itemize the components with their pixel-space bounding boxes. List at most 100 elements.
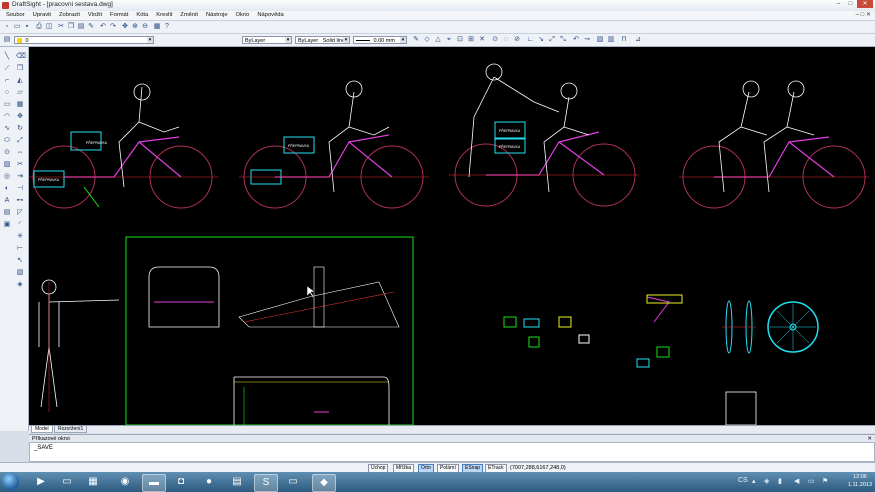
table-tool-icon[interactable]: ▤: [3, 209, 11, 217]
image-tool-icon[interactable]: ▧: [16, 269, 24, 277]
network-icon[interactable]: ▮: [778, 477, 782, 485]
text-tool-icon[interactable]: A: [3, 197, 11, 205]
menu-kreslit[interactable]: Kreslit: [156, 11, 172, 20]
osnap-none-icon[interactable]: ⤢: [548, 36, 556, 44]
redo-icon[interactable]: ↷: [109, 23, 117, 31]
join-tool-icon[interactable]: ⊷: [16, 197, 24, 205]
save-icon[interactable]: ▪: [23, 23, 31, 31]
language-indicator[interactable]: CS: [738, 477, 748, 484]
osnap-midpoint-icon[interactable]: △: [434, 36, 442, 44]
explode-tool-icon[interactable]: ✳: [16, 233, 24, 241]
clock[interactable]: 12:06 1.11.2013: [848, 473, 872, 489]
document-icon[interactable]: ▭: [282, 474, 304, 490]
cut-icon[interactable]: ✂: [57, 23, 65, 31]
notes-icon[interactable]: ▤: [226, 474, 248, 490]
folder-icon[interactable]: ▬: [142, 474, 166, 492]
new-file-icon[interactable]: ▫: [3, 23, 11, 31]
line-weight-select[interactable]: 0.00 mm ▾: [353, 36, 407, 44]
menu-vlozit[interactable]: Vložit: [88, 11, 102, 20]
menu-zmenit[interactable]: Změnit: [180, 11, 198, 20]
maximize-button[interactable]: □: [845, 0, 856, 8]
erase-tool-icon[interactable]: ⌫: [16, 53, 26, 61]
tab-model[interactable]: Model: [31, 426, 53, 433]
tray-app-icon[interactable]: ◈: [764, 477, 769, 485]
measure-icon[interactable]: ⊿: [634, 36, 642, 44]
zoom-window-icon[interactable]: ⊕: [131, 23, 139, 31]
document-window-controls[interactable]: – □ ✕: [856, 11, 871, 20]
layer-tools-icon[interactable]: ▧: [596, 36, 604, 44]
menu-napoveda[interactable]: Nápověda: [257, 11, 283, 20]
region-tool-icon[interactable]: ◎: [3, 173, 11, 181]
volume-icon[interactable]: ◀: [794, 477, 799, 485]
layer-select[interactable]: 0 ▾: [14, 36, 154, 44]
menu-zobrazit[interactable]: Zobrazit: [59, 11, 80, 20]
stretch-tool-icon[interactable]: ⇔: [16, 149, 24, 157]
osnap-intersection-icon[interactable]: ✕: [478, 36, 486, 44]
rectangle-tool-icon[interactable]: ▭: [3, 101, 11, 109]
open-file-icon[interactable]: ▭: [13, 23, 21, 31]
app-window-icon[interactable]: ▦: [82, 474, 104, 490]
rotate-tool-icon[interactable]: ↻: [16, 125, 24, 133]
tab-layout-1[interactable]: Rozvržení1: [54, 426, 88, 433]
move-tool-icon[interactable]: ✥: [16, 113, 24, 121]
command-window[interactable]: _SAVE: [29, 442, 875, 462]
layer-state-icon[interactable]: ▥: [607, 36, 615, 44]
extend-tool-icon[interactable]: ⇥: [16, 173, 24, 181]
menu-nastroje[interactable]: Nástroje: [206, 11, 228, 20]
match-properties-icon[interactable]: ✎: [87, 23, 95, 31]
menu-kota[interactable]: Kóta: [136, 11, 148, 20]
measure-tool-icon[interactable]: ◈: [16, 281, 24, 289]
media-player-icon[interactable]: ▶: [30, 474, 52, 490]
infinite-line-tool-icon[interactable]: ⟋: [3, 65, 11, 73]
line-style-select[interactable]: ByLayer Solid line ▾: [295, 36, 350, 44]
zoom-previous-icon[interactable]: ⊖: [141, 23, 149, 31]
osnap-node-icon[interactable]: ⊡: [456, 36, 464, 44]
osnap-extension-icon[interactable]: ⊙: [491, 36, 499, 44]
scale-tool-icon[interactable]: ⤢: [16, 137, 24, 145]
osnap-parallel-icon[interactable]: ∟: [526, 36, 534, 44]
copy-tool-icon[interactable]: ❐: [16, 65, 24, 73]
chamfer-tool-icon[interactable]: ◸: [16, 209, 24, 217]
trim-tool-icon[interactable]: ✂: [16, 161, 24, 169]
menu-upravit[interactable]: Upravit: [33, 11, 51, 20]
flag-icon[interactable]: ⚑: [822, 477, 828, 485]
help-icon[interactable]: ?: [163, 23, 171, 31]
battery-icon[interactable]: ▭: [808, 477, 815, 485]
properties-icon[interactable]: ▦: [153, 23, 161, 31]
circle-tool-icon[interactable]: ○: [3, 89, 11, 97]
undo-icon[interactable]: ↶: [99, 23, 107, 31]
preview-icon[interactable]: ◫: [45, 23, 53, 31]
close-button[interactable]: ✕: [857, 0, 873, 8]
osnap-apparent-icon[interactable]: ⤡: [559, 36, 567, 44]
point-tool-icon[interactable]: ⊙: [3, 149, 11, 157]
ellipse-tool-icon[interactable]: ⬭: [3, 137, 11, 145]
osnap-perpendicular-icon[interactable]: ⊘: [513, 36, 521, 44]
dimension-tool-icon[interactable]: ⊢: [16, 245, 24, 253]
paste-icon[interactable]: ▤: [77, 23, 85, 31]
skype-icon[interactable]: S: [254, 474, 278, 492]
menu-okno[interactable]: Okno: [236, 11, 250, 20]
minimize-button[interactable]: –: [833, 0, 844, 8]
copy-icon[interactable]: ❐: [67, 23, 75, 31]
osnap-settings-icon[interactable]: ⊸: [583, 36, 591, 44]
snap-icon[interactable]: ✎: [412, 36, 420, 44]
layer-previous-icon[interactable]: ⊓: [620, 36, 628, 44]
arc-icon[interactable]: ↶: [572, 36, 580, 44]
osnap-nearest-icon[interactable]: ↘: [537, 36, 545, 44]
layer-manager-icon[interactable]: ▤: [3, 36, 11, 44]
polyline-tool-icon[interactable]: ⌐: [3, 77, 11, 85]
start-button[interactable]: [2, 473, 19, 490]
arc-tool-icon[interactable]: ◠: [3, 113, 11, 121]
hatch-tool-icon[interactable]: ▨: [3, 161, 11, 169]
gradient-tool-icon[interactable]: ◐: [3, 185, 11, 193]
osnap-center-icon[interactable]: ⌖: [445, 36, 453, 44]
chrome-icon[interactable]: ◉: [114, 474, 136, 490]
spline-tool-icon[interactable]: ∿: [3, 125, 11, 133]
osnap-endpoint-icon[interactable]: ◇: [423, 36, 431, 44]
break-tool-icon[interactable]: ⊣: [16, 185, 24, 193]
print-icon[interactable]: ⎙: [35, 23, 43, 31]
offset-tool-icon[interactable]: ▱: [16, 89, 24, 97]
firefox-icon[interactable]: ●: [198, 474, 220, 490]
mirror-tool-icon[interactable]: ◭: [16, 77, 24, 85]
osnap-quadrant-icon[interactable]: ⊞: [467, 36, 475, 44]
